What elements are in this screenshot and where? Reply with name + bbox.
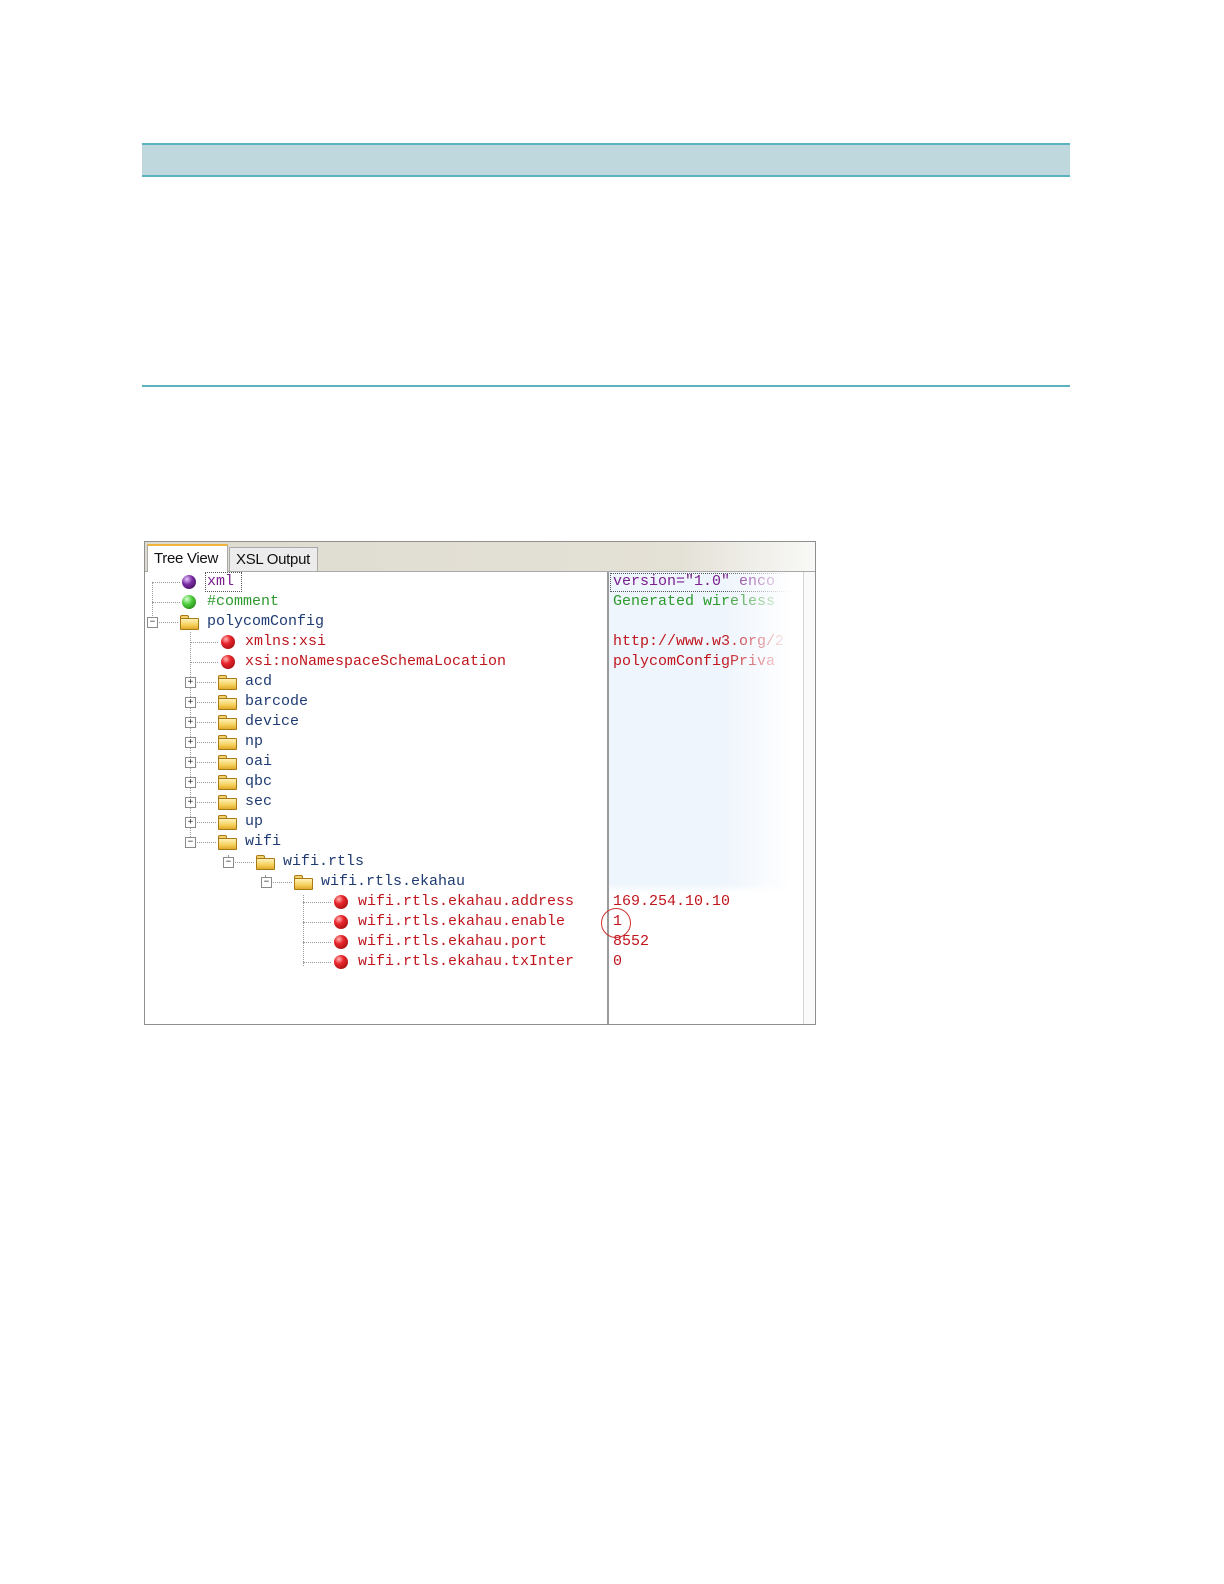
node-label: sec xyxy=(245,793,273,810)
folder-icon xyxy=(218,815,237,830)
tree-row[interactable]: + np xyxy=(145,732,607,752)
red-ball-icon xyxy=(221,655,235,669)
folder-icon xyxy=(294,875,313,890)
focus-outline xyxy=(205,572,242,592)
folder-icon xyxy=(218,835,237,850)
tree-row[interactable]: wifi.rtls.ekahau.txInter xyxy=(145,952,607,972)
red-ball-icon xyxy=(334,955,348,969)
expand-icon[interactable]: + xyxy=(185,817,196,828)
tree-row[interactable]: + barcode xyxy=(145,692,607,712)
node-label: device xyxy=(245,713,300,730)
node-label: up xyxy=(245,813,264,830)
node-label: wifi.rtls.ekahau xyxy=(321,873,466,890)
tree-row[interactable]: wifi.rtls.ekahau.port xyxy=(145,932,607,952)
node-label: xmlns:xsi xyxy=(245,633,327,650)
green-ball-icon xyxy=(182,595,196,609)
scrollbar-strip[interactable] xyxy=(803,572,815,1024)
expand-icon[interactable]: + xyxy=(185,717,196,728)
red-ball-icon xyxy=(334,935,348,949)
node-label: wifi.rtls.ekahau.txInter xyxy=(358,953,575,970)
tab-xsl-output[interactable]: XSL Output xyxy=(229,547,318,571)
tree-row[interactable]: − wifi.rtls xyxy=(145,852,607,872)
tree-row[interactable]: + oai xyxy=(145,752,607,772)
value-focus-outline xyxy=(610,573,802,592)
node-label: np xyxy=(245,733,264,750)
collapse-icon[interactable]: − xyxy=(261,877,272,888)
value-cell: polycomConfigPriva xyxy=(613,653,776,670)
node-label: wifi.rtls xyxy=(283,853,365,870)
value-pane[interactable]: version="1.0" enco Generated wireless ht… xyxy=(609,572,803,1024)
red-ball-icon xyxy=(334,895,348,909)
tree-row[interactable]: wifi.rtls.ekahau.enable xyxy=(145,912,607,932)
folder-icon xyxy=(180,615,199,630)
tab-bar: Tree View XSL Output xyxy=(145,542,815,572)
node-label: barcode xyxy=(245,693,309,710)
collapse-icon[interactable]: − xyxy=(223,857,234,868)
tree-row[interactable]: xsi:noNamespaceSchemaLocation xyxy=(145,652,607,672)
collapse-icon[interactable]: − xyxy=(147,617,158,628)
header-band xyxy=(142,143,1070,177)
value-cell: Generated wireless xyxy=(613,593,776,610)
tree-row[interactable]: + up xyxy=(145,812,607,832)
node-label: wifi xyxy=(245,833,282,850)
node-label: wifi.rtls.ekahau.port xyxy=(358,933,548,950)
tree-row[interactable]: + device xyxy=(145,712,607,732)
node-label: acd xyxy=(245,673,273,690)
tree-row[interactable]: + acd xyxy=(145,672,607,692)
node-label: qbc xyxy=(245,773,273,790)
tab-tree-view[interactable]: Tree View xyxy=(147,544,228,572)
node-label: polycomConfig xyxy=(207,613,325,630)
tree-row[interactable]: − wifi xyxy=(145,832,607,852)
folder-icon xyxy=(218,695,237,710)
node-label: #comment xyxy=(207,593,280,610)
xml-editor-window: Tree View XSL Output xml #comment − poly… xyxy=(144,541,816,1025)
node-label: xsi:noNamespaceSchemaLocation xyxy=(245,653,507,670)
expand-icon[interactable]: + xyxy=(185,737,196,748)
tree-row[interactable]: wifi.rtls.ekahau.address xyxy=(145,892,607,912)
tree-row[interactable]: − wifi.rtls.ekahau xyxy=(145,872,607,892)
value-cell: 169.254.10.10 xyxy=(613,893,731,910)
expand-icon[interactable]: + xyxy=(185,777,196,788)
expand-icon[interactable]: + xyxy=(185,697,196,708)
red-ball-icon xyxy=(221,635,235,649)
folder-icon xyxy=(218,795,237,810)
node-label: oai xyxy=(245,753,273,770)
value-cell: 0 xyxy=(613,953,623,970)
node-label: wifi.rtls.ekahau.address xyxy=(358,893,575,910)
tree-pane[interactable]: xml #comment − polycomConfig xmlns:xsi x… xyxy=(145,572,607,1024)
section-rule xyxy=(142,385,1070,387)
value-cell: http://www.w3.org/2 xyxy=(613,633,785,650)
folder-icon xyxy=(218,775,237,790)
node-label: wifi.rtls.ekahau.enable xyxy=(358,913,566,930)
expand-icon[interactable]: + xyxy=(185,677,196,688)
tree-row[interactable]: xmlns:xsi xyxy=(145,632,607,652)
tree-row[interactable]: xml xyxy=(145,572,607,592)
expand-icon[interactable]: + xyxy=(185,797,196,808)
red-ball-icon xyxy=(334,915,348,929)
purple-ball-icon xyxy=(182,575,196,589)
folder-icon xyxy=(256,855,275,870)
tree-row[interactable]: #comment xyxy=(145,592,607,612)
highlight-circle xyxy=(601,908,631,938)
tree-row[interactable]: + sec xyxy=(145,792,607,812)
tree-row[interactable]: + qbc xyxy=(145,772,607,792)
expand-icon[interactable]: + xyxy=(185,757,196,768)
folder-icon xyxy=(218,755,237,770)
collapse-icon[interactable]: − xyxy=(185,837,196,848)
folder-icon xyxy=(218,735,237,750)
folder-icon xyxy=(218,675,237,690)
folder-icon xyxy=(218,715,237,730)
tree-row[interactable]: − polycomConfig xyxy=(145,612,607,632)
